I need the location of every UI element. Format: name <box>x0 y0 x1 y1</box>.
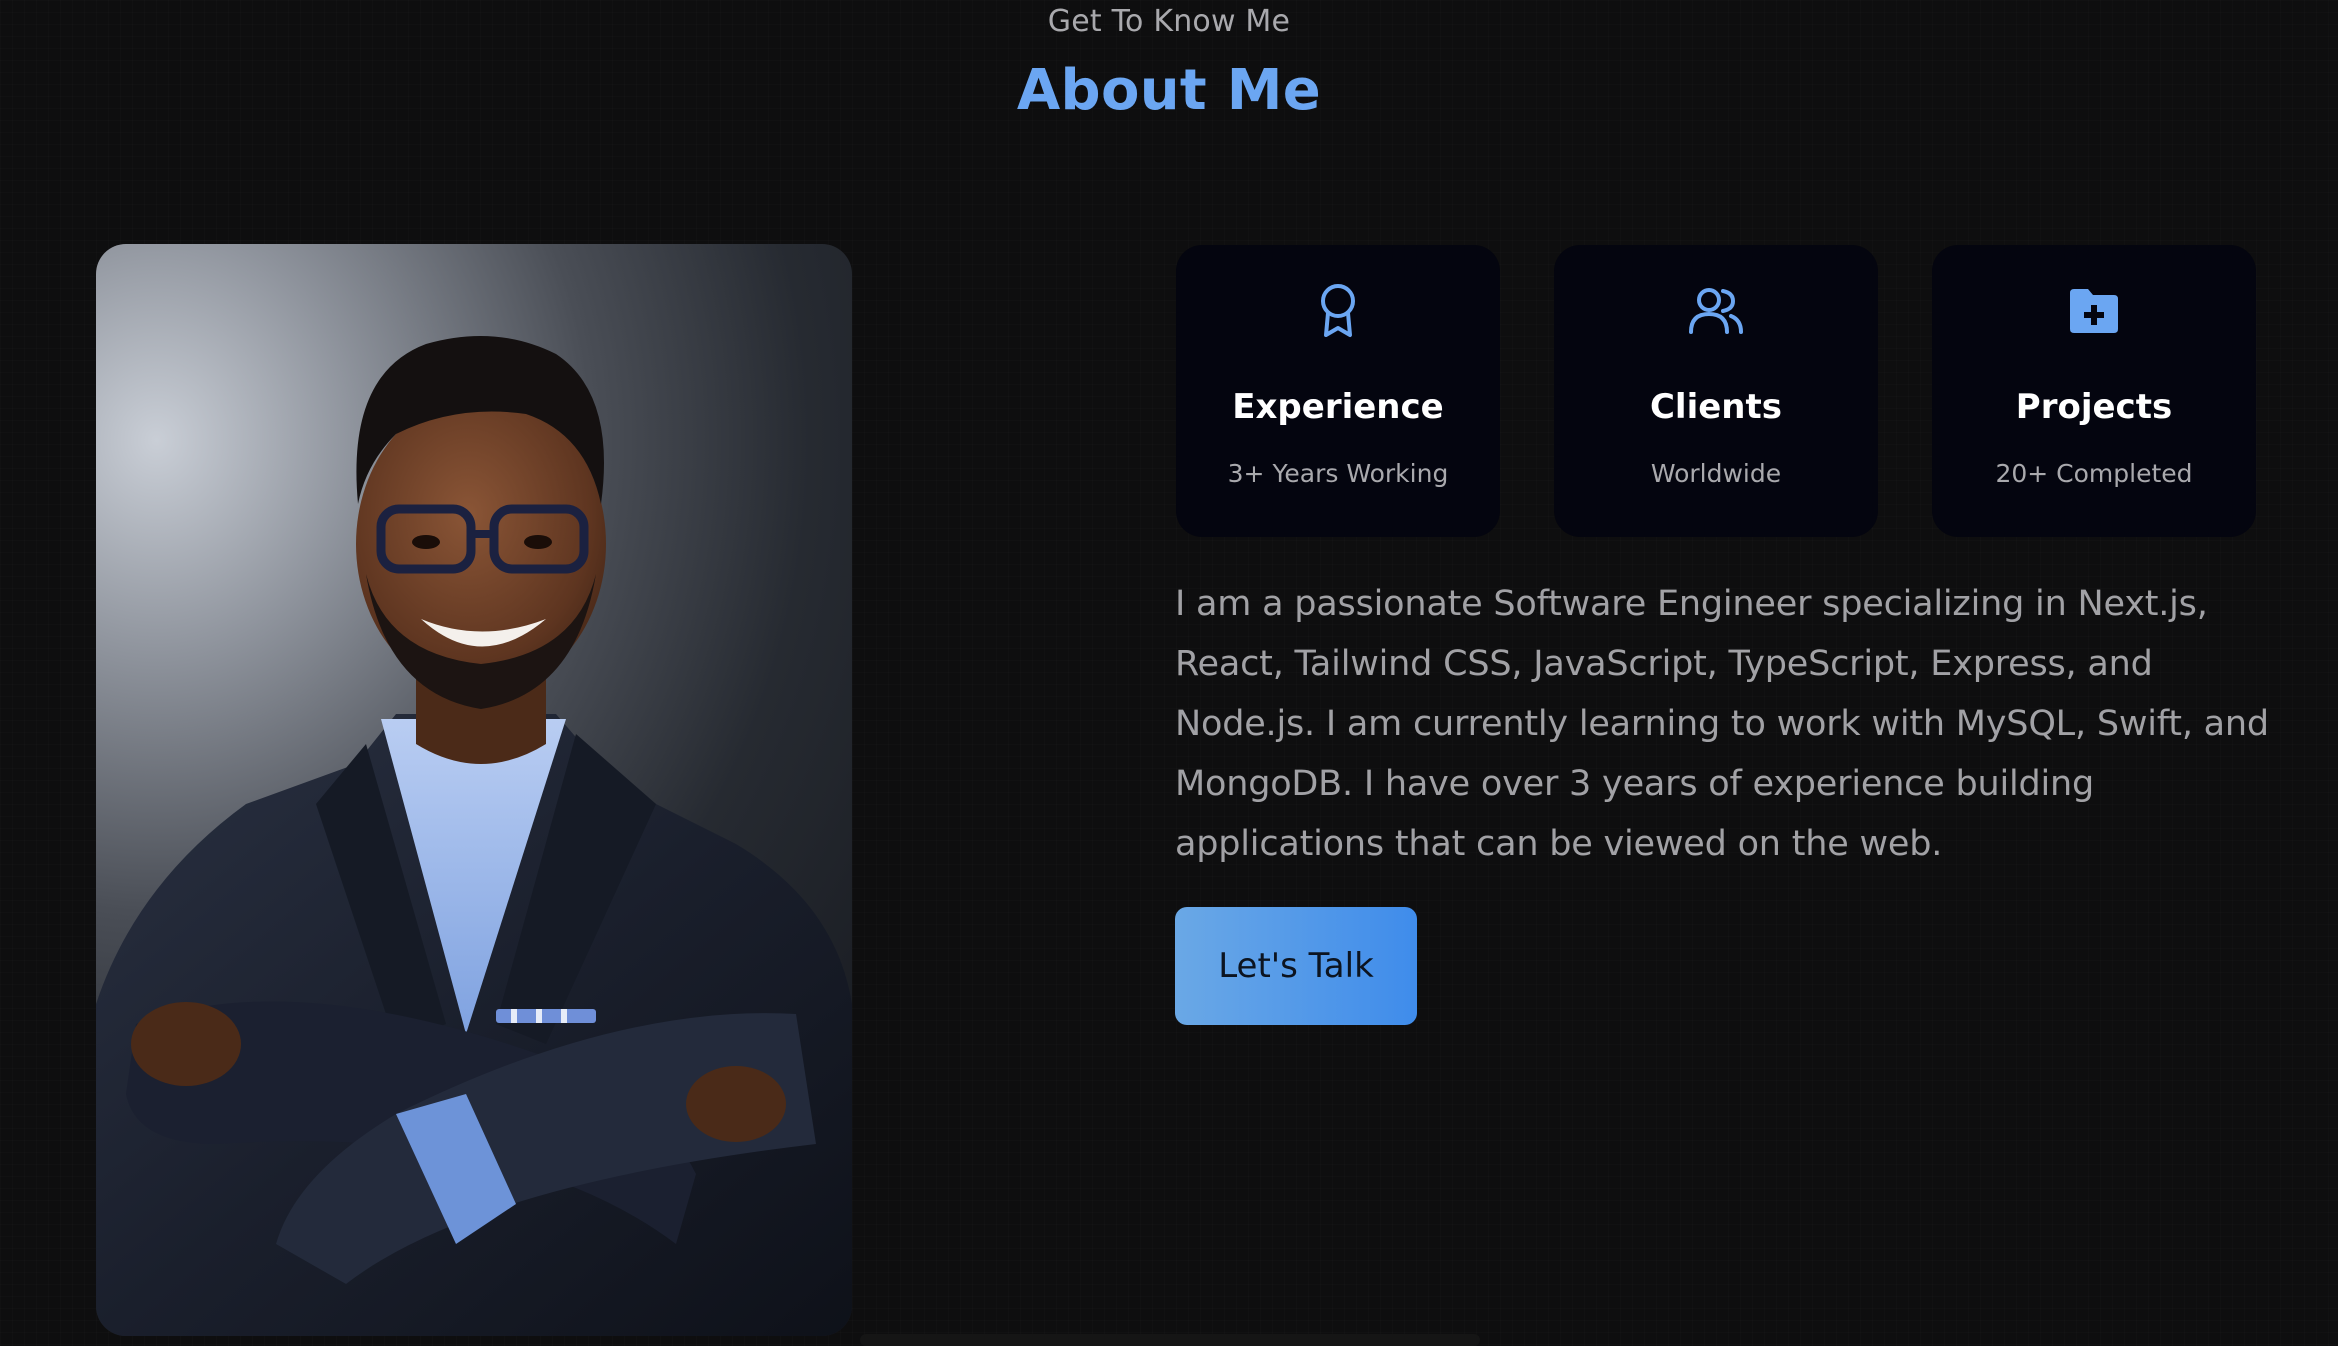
stat-card-clients: Clients Worldwide <box>1554 245 1878 537</box>
users-icon <box>1554 281 1878 341</box>
section-title: About Me <box>1016 58 1322 123</box>
lets-talk-button[interactable]: Let's Talk <box>1175 907 1417 1025</box>
stat-subtitle: Worldwide <box>1650 459 1782 488</box>
stat-subtitle: 3+ Years Working <box>1227 459 1449 488</box>
stat-card-projects: Projects 20+ Completed <box>1932 245 2256 537</box>
folder-plus-icon <box>1932 281 2256 341</box>
section-subtitle: Get To Know Me <box>1047 4 1291 39</box>
stat-title: Clients <box>1649 387 1782 427</box>
stat-title: Experience <box>1232 387 1444 427</box>
horizontal-scrollbar[interactable] <box>860 1334 1480 1346</box>
profile-photo <box>96 244 852 1336</box>
bio-paragraph: I am a passionate Software Engineer spec… <box>1175 584 2269 864</box>
stat-title: Projects <box>2015 387 2173 427</box>
profile-illustration <box>96 336 852 1336</box>
award-icon <box>1176 281 1500 341</box>
about-section: Get To Know Me About Me Experience 3+ Ye… <box>0 0 2338 1346</box>
stat-subtitle: 20+ Completed <box>1995 459 2193 488</box>
stat-card-experience: Experience 3+ Years Working <box>1176 245 1500 537</box>
